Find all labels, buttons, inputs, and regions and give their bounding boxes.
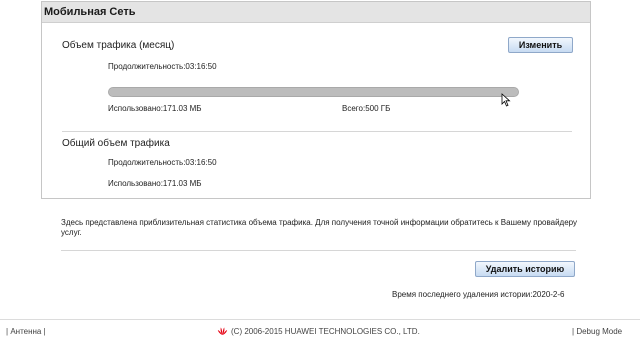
overall-used: Использовано:171.03 МБ: [108, 179, 202, 188]
debug-mode-link[interactable]: | Debug Mode: [572, 327, 622, 336]
debug-mode-label: Debug Mode: [576, 327, 623, 336]
monthly-total: Всего:500 ГБ: [342, 104, 391, 113]
last-deletion-time: Время последнего удаления истории:2020-2…: [392, 290, 565, 299]
mouse-cursor-icon: [501, 93, 511, 107]
huawei-logo-icon: [217, 327, 228, 335]
delete-history-button[interactable]: Удалить историю: [475, 261, 575, 277]
monthly-traffic-title: Объем трафика (месяц): [62, 40, 175, 51]
monthly-duration: Продолжительность:03:16:50: [108, 62, 217, 71]
traffic-progress-fill: [109, 88, 518, 96]
actions-divider: [61, 250, 576, 251]
antenna-label: Антенна: [10, 327, 42, 336]
footer-divider: [0, 319, 640, 320]
overall-traffic-title: Общий объем трафика: [62, 138, 170, 149]
panel-title: Мобильная Сеть: [42, 2, 590, 23]
traffic-progress-bar: [108, 87, 519, 97]
overall-duration: Продолжительность:03:16:50: [108, 158, 217, 167]
edit-button[interactable]: Изменить: [508, 37, 573, 53]
copyright-text: (C) 2006-2015 HUAWEI TECHNOLOGIES CO., L…: [231, 327, 420, 336]
section-divider: [62, 131, 572, 132]
monthly-used: Использовано:171.03 МБ: [108, 104, 202, 113]
traffic-note: Здесь представлена приблизительная стати…: [61, 218, 578, 237]
antenna-link[interactable]: | Антенна |: [6, 327, 46, 336]
